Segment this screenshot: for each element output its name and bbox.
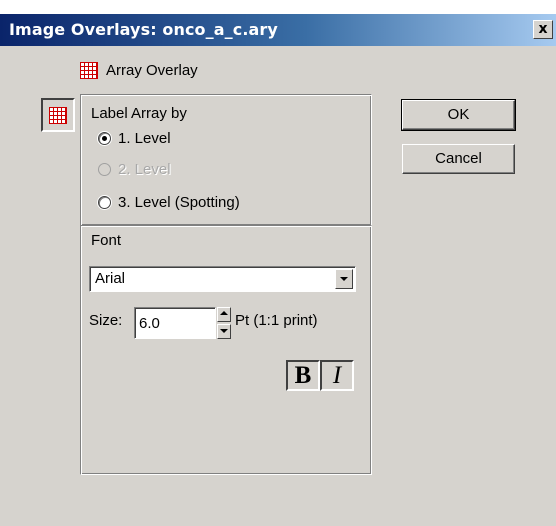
- close-button[interactable]: x: [533, 20, 553, 39]
- radio-label: 1. Level: [118, 130, 171, 147]
- radio-level-2: 2. Level: [98, 161, 171, 178]
- array-grid-icon: [49, 106, 67, 124]
- label-array-heading: Label Array by: [91, 105, 187, 122]
- font-family-value: Arial: [95, 270, 126, 287]
- radio-level-1[interactable]: 1. Level: [98, 130, 171, 147]
- radio-button[interactable]: [98, 132, 111, 145]
- array-grid-icon: [80, 62, 98, 79]
- font-unit-label: Pt (1:1 print): [235, 312, 318, 329]
- image-overlays-dialog: Image Overlays: onco_a_c.ary x Array Ove…: [0, 14, 556, 526]
- font-panel: [80, 225, 372, 475]
- radio-label: 2. Level: [118, 161, 171, 178]
- font-family-select[interactable]: Arial: [89, 266, 356, 292]
- bold-toggle-button[interactable]: B: [286, 360, 320, 391]
- ok-button[interactable]: OK: [401, 99, 516, 131]
- chevron-down-icon: [340, 277, 348, 281]
- size-increment-button[interactable]: [217, 307, 231, 322]
- font-size-input[interactable]: [134, 307, 216, 339]
- array-overlay-row[interactable]: Array Overlay: [80, 62, 198, 79]
- radio-button[interactable]: [98, 196, 111, 209]
- cancel-button[interactable]: Cancel: [402, 144, 515, 174]
- font-size-label: Size:: [89, 312, 123, 329]
- arrow-down-icon: [220, 329, 228, 333]
- window-title: Image Overlays: onco_a_c.ary: [9, 20, 278, 39]
- radio-label: 3. Level (Spotting): [118, 194, 240, 211]
- title-bar[interactable]: Image Overlays: onco_a_c.ary x: [0, 14, 556, 46]
- radio-button: [98, 163, 111, 176]
- size-decrement-button[interactable]: [217, 324, 231, 339]
- font-heading: Font: [91, 232, 122, 249]
- array-overlay-toggle-button[interactable]: [41, 98, 75, 132]
- array-overlay-label: Array Overlay: [106, 62, 198, 79]
- dropdown-button[interactable]: [335, 269, 353, 289]
- radio-level-3-spotting[interactable]: 3. Level (Spotting): [98, 194, 240, 211]
- italic-toggle-button[interactable]: I: [320, 360, 354, 391]
- arrow-up-icon: [220, 311, 228, 315]
